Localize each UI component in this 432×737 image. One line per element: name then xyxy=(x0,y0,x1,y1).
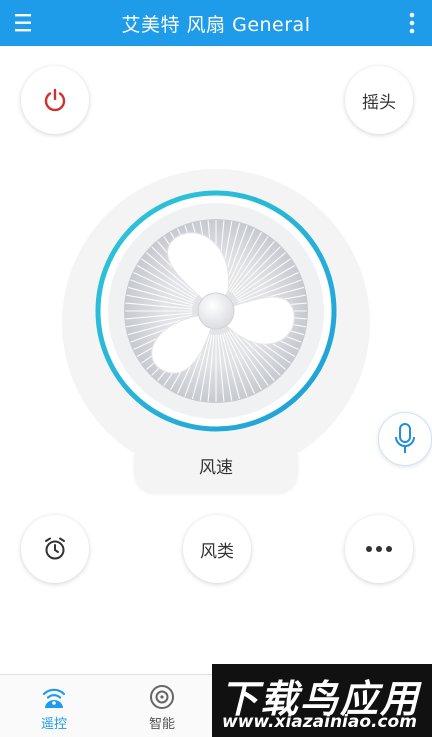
app-header: 艾美特 风扇 General xyxy=(0,0,432,46)
swing-label: 摇头 xyxy=(362,92,396,113)
vertical-dots-icon xyxy=(409,12,415,34)
watermark-banner: 下载鸟应用 www.xiazainiao.com xyxy=(212,664,432,737)
tab-smart-label: 智能 xyxy=(148,717,175,732)
mode-button[interactable]: 风类 xyxy=(183,515,251,583)
page-title: 艾美特 风扇 General xyxy=(121,13,311,36)
mode-label: 风类 xyxy=(200,541,234,562)
timer-button[interactable] xyxy=(21,515,89,583)
remote-wifi-icon xyxy=(42,688,66,708)
power-icon xyxy=(44,88,66,112)
overflow-menu-button[interactable] xyxy=(406,10,418,36)
speed-button[interactable]: 风速 xyxy=(134,438,298,492)
speed-label: 风速 xyxy=(199,457,233,478)
power-button[interactable] xyxy=(21,66,89,134)
horizontal-dots-icon xyxy=(366,546,392,552)
hamburger-menu-icon xyxy=(15,14,31,32)
menu-button[interactable] xyxy=(12,9,38,37)
swing-button[interactable]: 摇头 xyxy=(345,66,413,134)
microphone-icon xyxy=(395,423,415,453)
fan-illustration xyxy=(95,190,337,432)
smart-target-icon xyxy=(150,685,174,709)
voice-button[interactable] xyxy=(378,412,432,466)
tab-remote[interactable]: 遥控 xyxy=(0,675,108,737)
more-functions-button[interactable] xyxy=(345,515,413,583)
tab-remote-label: 遥控 xyxy=(40,717,67,732)
watermark-url: www.xiazainiao.com xyxy=(222,712,417,732)
tab-smart[interactable]: 智能 xyxy=(108,675,216,737)
alarm-clock-icon xyxy=(45,537,65,560)
